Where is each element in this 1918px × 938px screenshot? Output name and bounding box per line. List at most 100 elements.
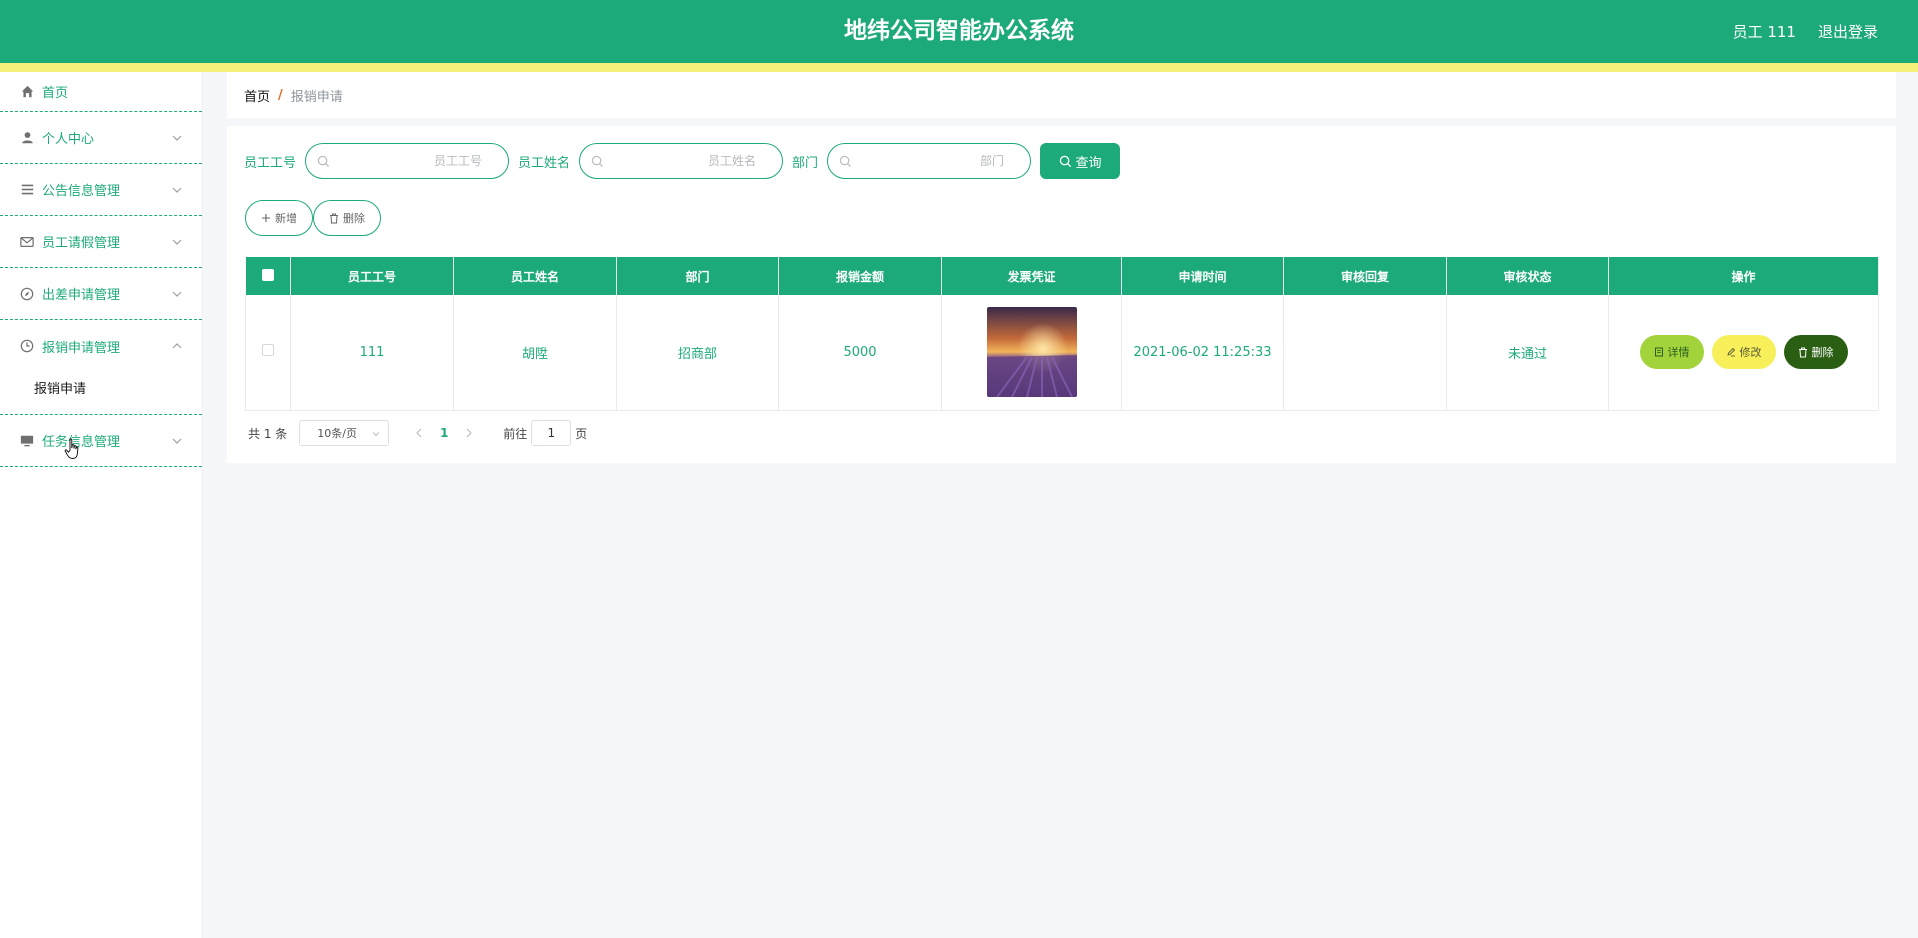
search-icon (591, 155, 604, 168)
chevron-right-icon (466, 428, 473, 438)
chevron-down-icon (371, 429, 381, 439)
sidebar-subitem-reimbursement-application[interactable]: 报销申请 (0, 372, 202, 408)
query-button-label: 查询 (1075, 155, 1102, 171)
chevron-down-icon (170, 131, 184, 145)
department-field (827, 143, 1032, 179)
main-content-card: 员工工号 员工姓名 部门 查询 新增 (227, 126, 1896, 463)
operations-cell: 详情 修改 删除 (1608, 295, 1879, 411)
review-reply-cell (1283, 295, 1447, 411)
batch-delete-button[interactable]: 删除 (313, 200, 381, 236)
app-title: 地纬公司智能办公系统 (844, 18, 1074, 44)
user-icon (20, 131, 34, 145)
employee-no-field (305, 143, 510, 179)
department-input[interactable] (828, 144, 1031, 178)
employee-name-input[interactable] (580, 144, 783, 178)
user-area: 员工 111 退出登录 (1733, 0, 1878, 63)
employee-no-input[interactable] (306, 144, 509, 178)
trash-icon (1798, 347, 1807, 358)
delete-button-label: 删除 (1811, 346, 1834, 360)
row-select-cell (245, 295, 291, 411)
goto-page-input[interactable] (531, 420, 572, 446)
query-button[interactable]: 查询 (1040, 143, 1121, 179)
sidebar-item-reimbursement-management[interactable]: 报销申请管理 (0, 320, 202, 372)
monitor-icon (20, 434, 34, 448)
apply-time-cell: 2021-06-02 11:25:33 (1121, 295, 1284, 411)
select-all-header[interactable] (245, 257, 291, 295)
sidebar-item-personal-center[interactable]: 个人中心 (0, 112, 202, 164)
employee-name-field (579, 143, 784, 179)
batch-delete-button-label: 删除 (343, 212, 365, 225)
employee-name-label: 员工姓名 (518, 155, 571, 171)
sidebar-item-label: 首页 (42, 86, 69, 101)
chevron-up-icon (170, 339, 184, 353)
breadcrumb: 首页 / 报销申请 (227, 72, 1896, 118)
chevron-down-icon (170, 235, 184, 249)
select-all-checkbox[interactable] (261, 268, 274, 281)
invoice-voucher-image[interactable] (986, 307, 1077, 398)
next-page-button[interactable] (459, 420, 479, 446)
sidebar: 首页 个人中心 公告信息管理 员工请假管理 出差申请管理 报销申请管理 报销申请… (0, 72, 203, 938)
review-status-cell: 未通过 (1446, 295, 1609, 411)
sidebar-item-leave-management[interactable]: 员工请假管理 (0, 216, 202, 268)
sidebar-item-business-trip-management[interactable]: 出差申请管理 (0, 268, 202, 320)
sidebar-group-reimbursement: 报销申请管理 报销申请 (0, 320, 202, 415)
compass-icon (20, 287, 34, 301)
page-suffix: 页 (575, 426, 588, 441)
clock-icon (20, 339, 34, 353)
reimbursement-table: 员工工号 员工姓名 部门 报销金额 发票凭证 申请时间 审核回复 审核状态 操作… (245, 257, 1879, 411)
sidebar-item-label: 员工请假管理 (42, 236, 121, 251)
department-label: 部门 (792, 155, 819, 171)
sidebar-item-task-management[interactable]: 任务信息管理 (0, 415, 202, 467)
prev-page-button[interactable] (409, 420, 429, 446)
plus-icon (262, 214, 270, 222)
edit-button[interactable]: 修改 (1711, 335, 1776, 370)
sidebar-item-label: 出差申请管理 (42, 288, 121, 303)
page-size-select[interactable]: 10条/页 (299, 420, 390, 446)
table-row: 111 胡陞 招商部 5000 2021-06-02 11:25:33 未通过 … (245, 295, 1879, 411)
column-header: 发票凭证 (941, 257, 1122, 295)
sidebar-item-label: 报销申请管理 (42, 340, 121, 356)
document-icon (1654, 347, 1663, 357)
row-checkbox[interactable] (262, 344, 274, 357)
chevron-down-icon (170, 434, 184, 448)
breadcrumb-home-link[interactable]: 首页 (244, 86, 270, 105)
action-toolbar: 新增 删除 (245, 200, 381, 236)
chevron-down-icon (170, 287, 184, 301)
sidebar-item-notice-management[interactable]: 公告信息管理 (0, 164, 202, 216)
sidebar-item-home[interactable]: 首页 (0, 72, 202, 112)
pagination: 共 1 条 10条/页 1 前往 页 (248, 420, 587, 446)
column-header: 员工工号 (290, 257, 454, 295)
list-icon (20, 183, 34, 197)
add-button[interactable]: 新增 (245, 200, 313, 236)
goto-label: 前往 (503, 426, 528, 441)
add-button-label: 新增 (275, 212, 297, 225)
edit-icon (1726, 348, 1735, 357)
sidebar-item-label: 个人中心 (42, 132, 95, 147)
page-number-current[interactable]: 1 (429, 426, 459, 440)
header-accent-stripe (0, 63, 1918, 72)
chevron-left-icon (416, 428, 422, 438)
hand-cursor-icon (64, 438, 79, 459)
chevron-down-icon (170, 183, 184, 197)
sidebar-item-label: 公告信息管理 (42, 184, 121, 199)
column-header: 审核状态 (1446, 257, 1609, 295)
delete-button[interactable]: 删除 (1783, 335, 1848, 370)
employee-no-label: 员工工号 (244, 155, 297, 171)
home-icon (20, 85, 34, 99)
breadcrumb-current: 报销申请 (290, 89, 343, 105)
column-header: 报销金额 (778, 257, 942, 295)
logout-link[interactable]: 退出登录 (1818, 21, 1878, 42)
column-header: 申请时间 (1121, 257, 1284, 295)
voucher-cell (941, 295, 1122, 411)
detail-button[interactable]: 详情 (1639, 335, 1704, 370)
breadcrumb-separator: / (278, 87, 283, 103)
total-count: 共 1 条 (248, 426, 288, 441)
column-header: 员工姓名 (453, 257, 617, 295)
employee-name-cell: 胡陞 (453, 295, 617, 411)
top-header: 地纬公司智能办公系统 员工 111 退出登录 (0, 0, 1918, 63)
search-icon (839, 155, 852, 168)
department-cell: 招商部 (616, 295, 779, 411)
edit-button-label: 修改 (1739, 346, 1762, 360)
amount-cell: 5000 (778, 295, 942, 411)
trash-icon (330, 213, 338, 223)
